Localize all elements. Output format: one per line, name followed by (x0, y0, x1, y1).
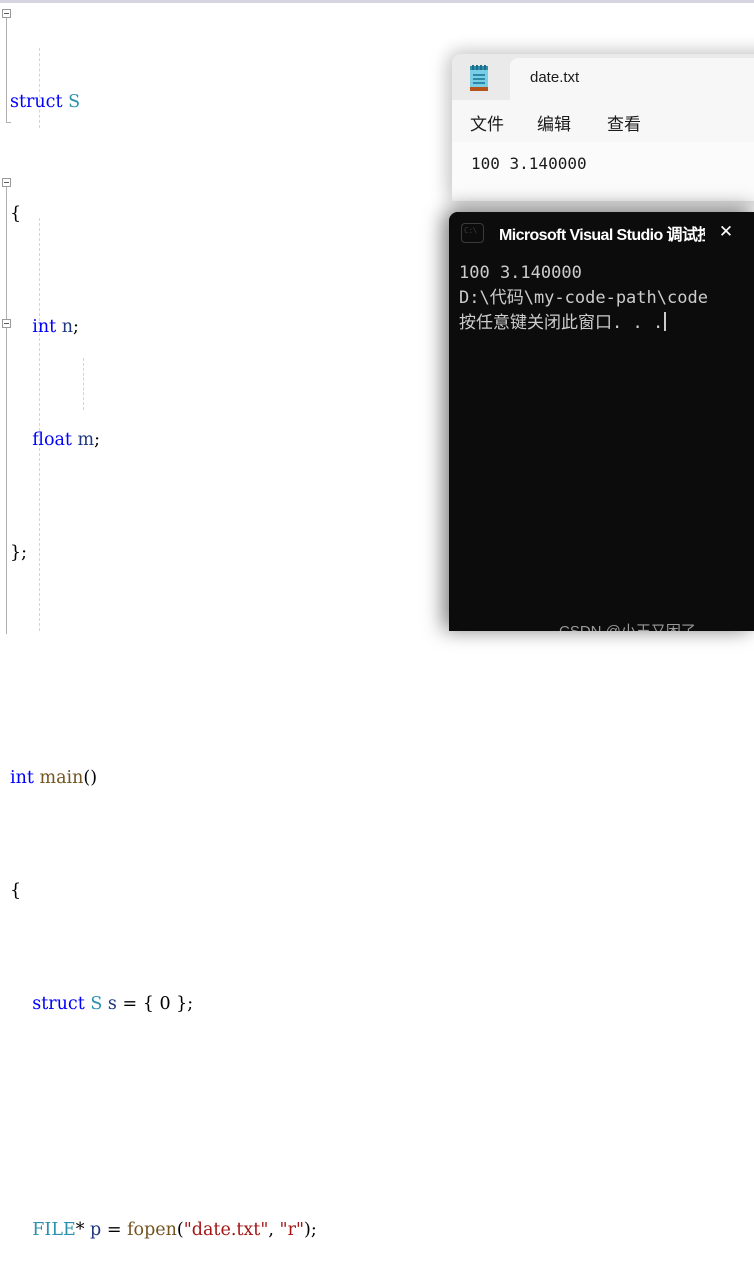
notepad-menubar[interactable]: 文件 编辑 查看 (452, 100, 754, 143)
console-cursor (664, 312, 667, 331)
code-line[interactable]: struct S (0, 88, 317, 116)
menu-item-edit[interactable]: 编辑 (537, 110, 571, 135)
code-line[interactable]: { (0, 200, 317, 228)
notepad-tab-label: date.txt (530, 69, 580, 86)
code-line[interactable]: FILE* p = fopen("date.txt", "r"); (0, 1216, 316, 1244)
code-text-area[interactable]: struct S { int n; float m; }; int main()… (0, 3, 317, 1262)
notepad-window[interactable]: date.txt 文件 编辑 查看 100 3.140000 (452, 54, 754, 201)
console-line-path: D:\代码\my-code-path\code (459, 288, 708, 308)
notepad-titlebar[interactable]: date.txt (452, 54, 754, 100)
close-icon[interactable]: ✕ (717, 223, 735, 241)
code-line[interactable]: int n; (0, 313, 317, 341)
console-output-area[interactable]: 100 3.140000 D:\代码\my-code-path\code 按任意… (449, 252, 754, 631)
console-title: Microsoft Visual Studio 调试控 (499, 221, 705, 245)
code-line[interactable]: { (0, 877, 317, 905)
code-line[interactable]: }; (0, 539, 317, 567)
console-line-prompt: 按任意键关闭此窗口. . . (459, 313, 664, 333)
code-line-blank[interactable] (0, 1103, 317, 1131)
console-window[interactable]: C:\ Microsoft Visual Studio 调试控 ✕ 100 3.… (449, 212, 754, 631)
console-line-output: 100 3.140000 (459, 263, 582, 283)
code-line[interactable]: int main() (0, 764, 317, 792)
console-title-text: Microsoft Visual Studio 调试控 (499, 227, 705, 244)
code-line[interactable]: float m; (0, 426, 317, 454)
code-line-blank[interactable] (0, 652, 317, 680)
notepad-icon (468, 65, 490, 91)
menu-item-file[interactable]: 文件 (470, 110, 504, 135)
command-prompt-icon: C:\ (461, 223, 484, 243)
csdn-watermark: CSDN @小王又困了 (559, 620, 696, 631)
notepad-text-area[interactable]: 100 3.140000 (452, 142, 754, 201)
notepad-tab-date-txt[interactable]: date.txt (510, 58, 754, 100)
console-output-lines: 100 3.140000 D:\代码\my-code-path\code 按任意… (459, 261, 754, 336)
code-line[interactable]: struct S s = { 0 }; (0, 990, 317, 1018)
menu-item-view[interactable]: 查看 (607, 110, 641, 135)
console-titlebar[interactable]: C:\ Microsoft Visual Studio 调试控 ✕ (449, 212, 754, 252)
notepad-document-text: 100 3.140000 (471, 154, 587, 173)
